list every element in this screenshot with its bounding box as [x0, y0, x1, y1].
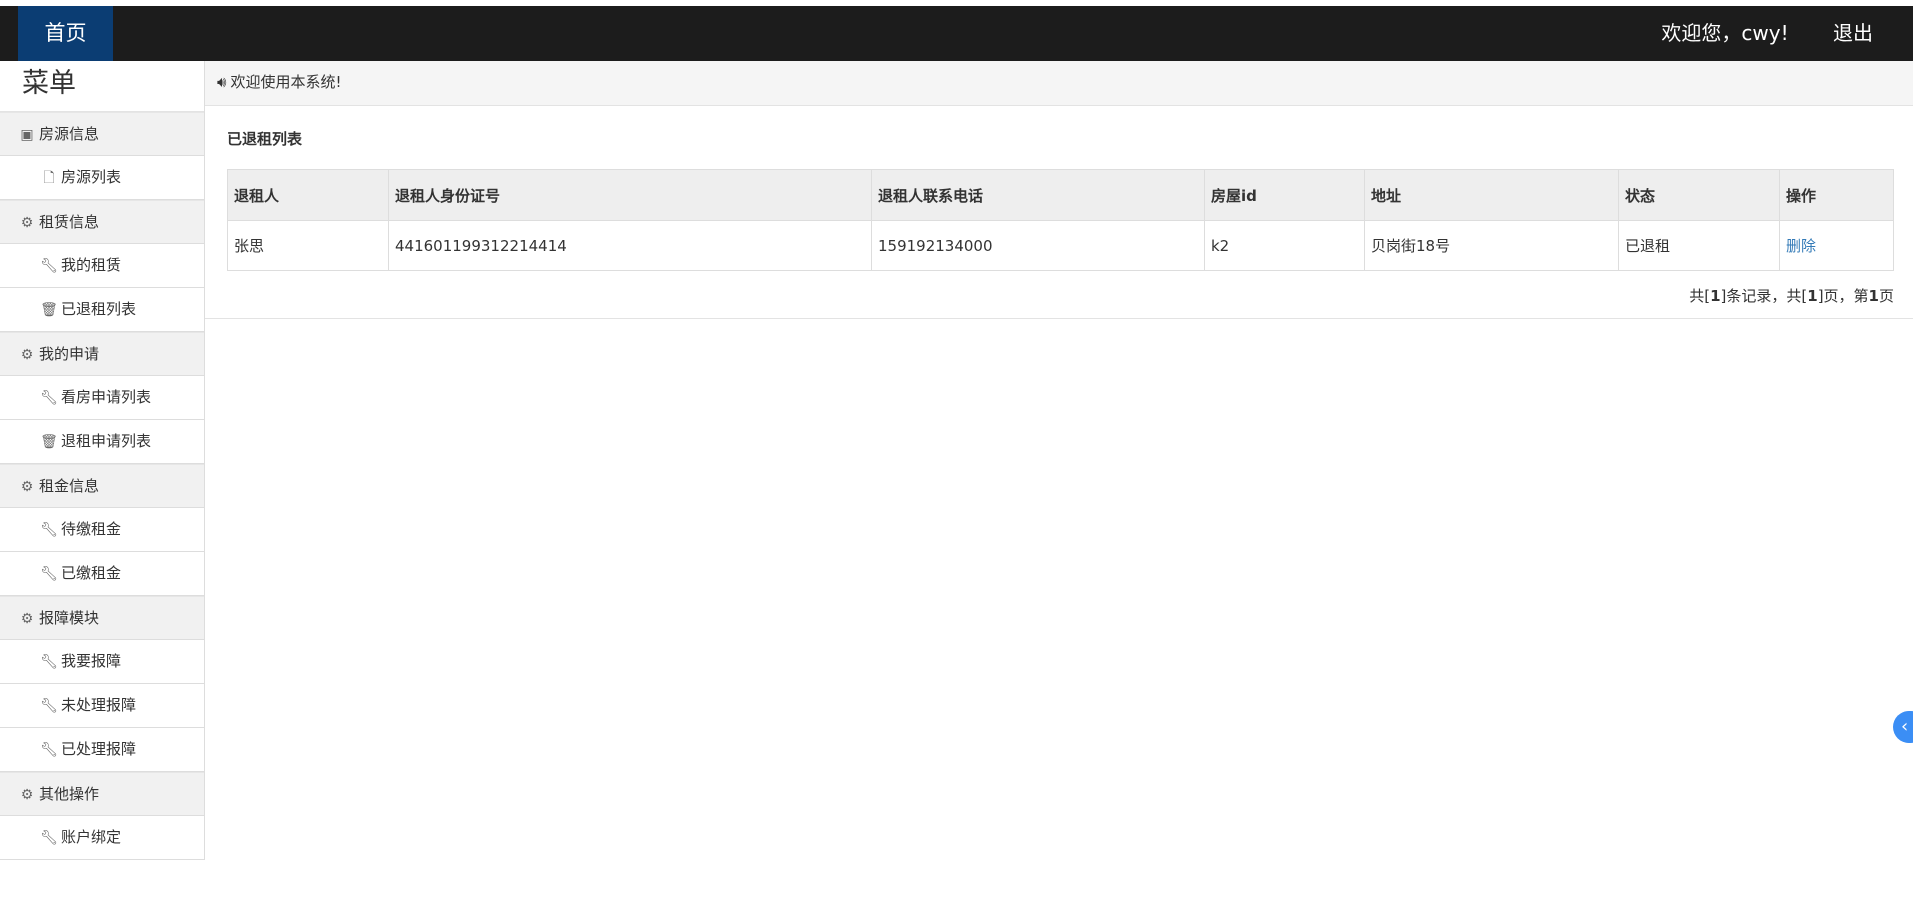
- gear-icon: ⚙: [20, 611, 34, 627]
- cell-phone: 159192134000: [871, 220, 1205, 271]
- menu-group-label: 房源信息: [39, 125, 100, 143]
- menu-group-other-operations[interactable]: ⚙ 其他操作: [0, 772, 204, 816]
- panel-title: 已退租列表: [227, 130, 303, 148]
- cell-action: 删除: [1779, 220, 1894, 271]
- pagination-info: 共[1]条记录，共[1]页，第1页: [227, 285, 1894, 306]
- menu-item-label: 退租申请列表: [61, 432, 152, 450]
- gear-icon: ⚙: [20, 787, 34, 803]
- menu-item-label: 看房申请列表: [61, 388, 152, 406]
- menu-item-account-binding[interactable]: 🔧︎ 账户绑定: [0, 816, 204, 860]
- welcome-text: 欢迎您，cwy!: [1661, 21, 1789, 45]
- menu-item-label: 我要报障: [61, 652, 122, 670]
- wrench-icon: 🔧︎: [40, 742, 58, 758]
- menu-item-viewing-applications[interactable]: 🔧︎ 看房申请列表: [0, 376, 204, 420]
- pager-mid2: ]页，第: [1817, 287, 1869, 305]
- pager-prefix: 共[: [1689, 287, 1711, 305]
- pager-total-pages: 1: [1807, 287, 1818, 305]
- menu-item-label: 已缴租金: [61, 564, 122, 582]
- menu-item-house-list[interactable]: 🗋 房源列表: [0, 156, 204, 200]
- menu-group-house-info[interactable]: ▣ 房源信息: [0, 112, 204, 156]
- wrench-icon: 🔧︎: [40, 830, 58, 846]
- building-icon: ▣: [20, 127, 34, 143]
- menu-group-rent-info[interactable]: ⚙ 租金信息: [0, 464, 204, 508]
- wrench-icon: 🔧︎: [40, 698, 58, 714]
- column-header-house-id: 房屋id: [1204, 169, 1365, 221]
- menu-item-label: 待缴租金: [61, 520, 122, 538]
- trash-icon: 🗑︎: [40, 302, 58, 318]
- menu-item-handled-repairs[interactable]: 🔧︎ 已处理报障: [0, 728, 204, 772]
- pager-total-records: 1: [1710, 287, 1721, 305]
- terminated-lease-table: 退租人 退租人身份证号 退租人联系电话 房屋id 地址 状态 操作 张思 441…: [227, 169, 1894, 271]
- menu-item-terminated-list[interactable]: 🗑︎ 已退租列表: [0, 288, 204, 332]
- menu-item-label: 账户绑定: [61, 828, 122, 846]
- menu-group-label: 租赁信息: [39, 213, 100, 231]
- speaker-icon: 🔊︎: [217, 73, 227, 91]
- column-header-address: 地址: [1364, 169, 1619, 221]
- menu-item-report-repair[interactable]: 🔧︎ 我要报障: [0, 640, 204, 684]
- cell-house-id: k2: [1204, 220, 1365, 271]
- menu-item-termination-applications[interactable]: 🗑︎ 退租申请列表: [0, 420, 204, 464]
- menu-group-label: 其他操作: [39, 785, 100, 803]
- menu-item-my-lease[interactable]: 🔧︎ 我的租赁: [0, 244, 204, 288]
- notice-bar: 🔊︎ 欢迎使用本系统!: [205, 61, 1913, 106]
- menu-item-label: 房源列表: [61, 168, 122, 186]
- column-header-phone: 退租人联系电话: [871, 169, 1205, 221]
- menu-group-label: 我的申请: [39, 345, 100, 363]
- gear-icon: ⚙: [20, 347, 34, 363]
- gear-icon: ⚙: [20, 479, 34, 495]
- menu-group-my-applications[interactable]: ⚙ 我的申请: [0, 332, 204, 376]
- home-nav-button[interactable]: 首页: [18, 6, 113, 61]
- menu-title: 菜单: [0, 61, 204, 112]
- top-navbar: 首页 欢迎您，cwy! 退出: [0, 6, 1913, 61]
- column-header-status: 状态: [1618, 169, 1780, 221]
- menu-group-repair-module[interactable]: ⚙ 报障模块: [0, 596, 204, 640]
- wrench-icon: 🔧︎: [40, 654, 58, 670]
- menu-item-label: 我的租赁: [61, 256, 122, 274]
- cell-tenant-name: 张思: [227, 220, 389, 271]
- main-content: 🔊︎ 欢迎使用本系统! 已退租列表 退租人 退租人身份证号 退租人联系电话 房屋i…: [205, 61, 1913, 319]
- pager-suffix: 页: [1878, 287, 1894, 305]
- gear-icon: ⚙: [20, 215, 34, 231]
- cell-address: 贝岗街18号: [1364, 220, 1619, 271]
- trash-icon: 🗑︎: [40, 434, 58, 450]
- menu-item-label: 已退租列表: [61, 300, 137, 318]
- table-row: 张思 441601199312214414 159192134000 k2 贝岗…: [227, 220, 1894, 271]
- notice-text: 欢迎使用本系统!: [230, 73, 342, 91]
- wrench-icon: 🔧︎: [40, 522, 58, 538]
- sidebar-menu: 菜单 ▣ 房源信息 🗋 房源列表 ⚙ 租赁信息 🔧︎ 我的租赁 🗑︎ 已退租列表 ⚙ 我的申…: [0, 61, 205, 860]
- cell-status: 已退租: [1618, 220, 1780, 271]
- menu-item-unhandled-repairs[interactable]: 🔧︎ 未处理报障: [0, 684, 204, 728]
- menu-group-label: 报障模块: [39, 609, 100, 627]
- pager-mid1: ]条记录，共[: [1720, 287, 1808, 305]
- top-right-area: 欢迎您，cwy! 退出: [1661, 6, 1873, 61]
- wrench-icon: 🔧︎: [40, 258, 58, 274]
- menu-item-label: 已处理报障: [61, 740, 137, 758]
- menu-item-rent-paid[interactable]: 🔧︎ 已缴租金: [0, 552, 204, 596]
- column-header-action: 操作: [1779, 169, 1894, 221]
- menu-group-label: 租金信息: [39, 477, 100, 495]
- column-header-id-number: 退租人身份证号: [388, 169, 872, 221]
- logout-link[interactable]: 退出: [1833, 6, 1873, 61]
- wrench-icon: 🔧︎: [40, 566, 58, 582]
- menu-item-label: 未处理报障: [61, 696, 137, 714]
- side-panel-toggle-button[interactable]: ‹: [1893, 711, 1913, 743]
- delete-link[interactable]: 删除: [1786, 237, 1816, 255]
- terminated-list-panel: 已退租列表 退租人 退租人身份证号 退租人联系电话 房屋id 地址 状态 操作 …: [205, 106, 1913, 319]
- wrench-icon: 🔧︎: [40, 390, 58, 406]
- table-header-row: 退租人 退租人身份证号 退租人联系电话 房屋id 地址 状态 操作: [227, 169, 1894, 221]
- chevron-left-icon: ‹: [1901, 716, 1909, 737]
- cell-id-number: 441601199312214414: [388, 220, 872, 271]
- menu-item-rent-due[interactable]: 🔧︎ 待缴租金: [0, 508, 204, 552]
- column-header-tenant: 退租人: [227, 169, 389, 221]
- pager-current-page: 1: [1868, 287, 1879, 305]
- menu-group-lease-info[interactable]: ⚙ 租赁信息: [0, 200, 204, 244]
- file-icon: 🗋: [43, 170, 55, 186]
